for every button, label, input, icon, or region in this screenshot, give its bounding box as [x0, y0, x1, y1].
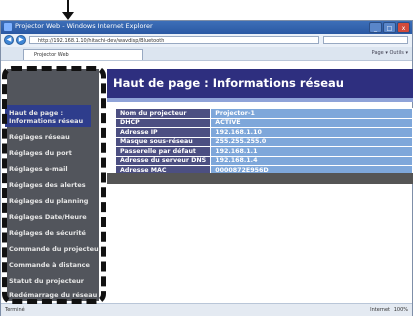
- row-label: Adresse du serveur DNS: [114, 155, 212, 166]
- zone-text: Internet: [370, 307, 390, 313]
- row-value: 192.168.1.1: [210, 146, 413, 157]
- title-bar: Projector Web - Windows Internet Explore…: [1, 21, 412, 34]
- ie-icon: [4, 23, 12, 31]
- pointer-arrow-icon: [62, 12, 74, 20]
- table-row: Passerelle par défaut 192.168.1.1: [114, 146, 413, 157]
- table-row: Adresse du serveur DNS 192.168.1.4: [114, 155, 413, 166]
- table-row: DHCP ACTIVE: [114, 117, 413, 128]
- row-label: Nom du projecteur: [114, 108, 212, 119]
- page-header: Haut de page : Informations réseau: [107, 69, 413, 98]
- window-controls: _ □ x: [369, 22, 410, 33]
- tab-bar: Projector Web Page ▾ Outils ▾: [1, 47, 412, 61]
- command-bar[interactable]: Page ▾ Outils ▾: [372, 50, 408, 56]
- search-input[interactable]: [323, 36, 408, 44]
- header-underline: [107, 98, 413, 102]
- maximize-button[interactable]: □: [383, 22, 396, 33]
- row-value: ACTIVE: [210, 117, 413, 128]
- highlight-frame: [2, 66, 106, 304]
- back-icon[interactable]: ◀: [4, 35, 14, 45]
- status-text: Terminé: [5, 307, 25, 313]
- row-value: 255.255.255.0: [210, 136, 413, 147]
- row-label: Passerelle par défaut: [114, 146, 212, 157]
- footer-band: [107, 173, 413, 184]
- table-row: Nom du projecteur Projector-1: [114, 108, 413, 119]
- network-info-table: Nom du projecteur Projector-1 DHCP ACTIV…: [114, 108, 413, 176]
- table-row: Adresse IP 192.168.1.10: [114, 127, 413, 138]
- row-value: 192.168.1.10: [210, 127, 413, 138]
- status-bar: Terminé Internet 100%: [1, 303, 412, 316]
- row-label: Masque sous-réseau: [114, 136, 212, 147]
- zoom-level[interactable]: 100%: [394, 304, 408, 316]
- row-label: Adresse IP: [114, 127, 212, 138]
- table-row: Masque sous-réseau 255.255.255.0: [114, 136, 413, 147]
- row-value: 192.168.1.4: [210, 155, 413, 166]
- close-button[interactable]: x: [397, 22, 410, 33]
- window-title: Projector Web - Windows Internet Explore…: [15, 22, 153, 30]
- row-value: Projector-1: [210, 108, 413, 119]
- url-field[interactable]: http://192.168.1.10/hitachi-dev/wavdisp/…: [29, 36, 319, 44]
- forward-icon[interactable]: ▶: [16, 35, 26, 45]
- address-bar: ◀ ▶ http://192.168.1.10/hitachi-dev/wavd…: [1, 34, 412, 48]
- page-title: Haut de page : Informations réseau: [113, 76, 344, 90]
- minimize-button[interactable]: _: [369, 22, 382, 33]
- browser-tab[interactable]: Projector Web: [23, 49, 143, 60]
- row-label: DHCP: [114, 117, 212, 128]
